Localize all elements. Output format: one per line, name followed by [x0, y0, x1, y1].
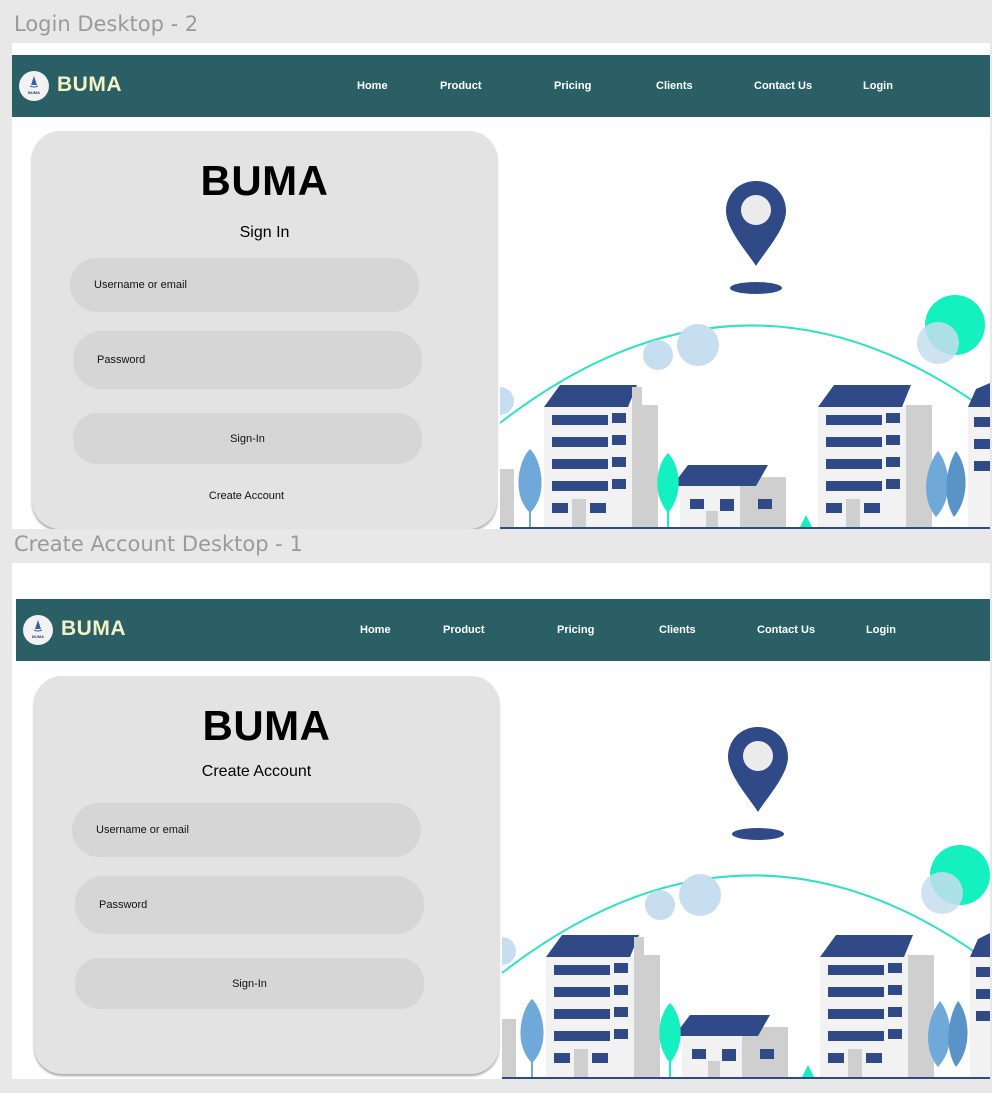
- buma-logo-icon[interactable]: BUMA: [19, 71, 49, 101]
- username-input[interactable]: [72, 803, 421, 857]
- create-account-frame: BUMA BUMA Home Product Pricing Clients C…: [12, 563, 990, 1079]
- nav-product[interactable]: Product: [443, 624, 485, 636]
- city-scene: [500, 181, 990, 529]
- brand-name[interactable]: BUMA: [61, 617, 126, 641]
- username-input[interactable]: [70, 258, 419, 312]
- location-pin-icon: [728, 727, 788, 840]
- nav-clients[interactable]: Clients: [659, 624, 696, 636]
- nav-pricing[interactable]: Pricing: [557, 624, 594, 636]
- nav-login[interactable]: Login: [863, 80, 893, 92]
- nav-clients[interactable]: Clients: [656, 80, 693, 92]
- nav-login[interactable]: Login: [866, 624, 896, 636]
- password-input[interactable]: [73, 331, 422, 389]
- frame-label-create-account: Create Account Desktop - 1: [14, 532, 303, 556]
- nav-home[interactable]: Home: [360, 624, 391, 636]
- card-subtitle: Sign In: [239, 224, 290, 241]
- city-scene: [502, 727, 990, 1079]
- navbar: BUMA BUMA Home Product Pricing Clients C…: [12, 55, 990, 117]
- sign-in-button[interactable]: Sign-In: [75, 958, 424, 1009]
- sign-in-button[interactable]: Sign-In: [73, 413, 422, 464]
- nav-contact-us[interactable]: Contact Us: [754, 80, 812, 92]
- nav-pricing[interactable]: Pricing: [554, 80, 591, 92]
- card-title: BUMA: [200, 157, 329, 204]
- login-card: BUMA Sign In Sign-In Create Account: [32, 131, 497, 529]
- password-input[interactable]: [75, 876, 424, 934]
- location-pin-icon: [726, 181, 786, 294]
- nav-home[interactable]: Home: [357, 80, 388, 92]
- login-frame: BUMA BUMA Home Product Pricing Clients C…: [12, 43, 990, 529]
- create-account-link[interactable]: Create Account: [14, 490, 479, 502]
- frame-label-login: Login Desktop - 2: [14, 12, 199, 36]
- brand-name[interactable]: BUMA: [57, 73, 122, 97]
- card-title: BUMA: [202, 702, 331, 749]
- nav-contact-us[interactable]: Contact Us: [757, 624, 815, 636]
- city-illustration: [500, 181, 990, 529]
- navbar: BUMA BUMA Home Product Pricing Clients C…: [16, 599, 990, 661]
- buma-logo-icon[interactable]: BUMA: [23, 615, 53, 645]
- create-account-card: BUMA Create Account Sign-In: [34, 676, 499, 1074]
- city-illustration: [502, 727, 990, 1079]
- card-subtitle: Create Account: [201, 763, 312, 780]
- nav-product[interactable]: Product: [440, 80, 482, 92]
